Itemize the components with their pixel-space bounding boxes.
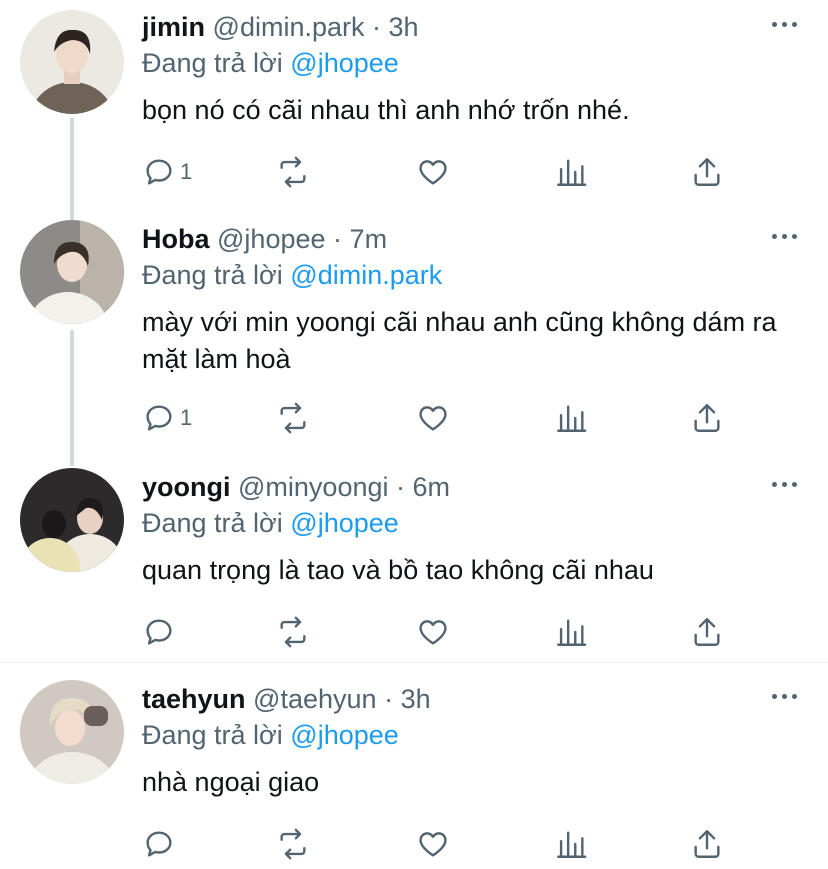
separator: · [333,224,343,254]
replying-label: Đang trả lời [142,508,283,538]
display-name[interactable]: yoongi [142,472,231,502]
heart-icon [419,832,447,857]
timestamp[interactable]: 3h [389,12,419,42]
separator: · [396,472,406,502]
analytics-icon [557,159,587,186]
action-bar: 1 [140,398,740,438]
reply-button[interactable] [142,612,180,652]
separator: · [372,12,382,42]
replying-to: Đang trả lời @jhopee [142,718,399,752]
avatar[interactable] [20,680,124,784]
timestamp[interactable]: 3h [401,684,431,714]
replying-to: Đang trả lời @jhopee [142,506,399,540]
display-name[interactable]: Hoba [142,224,210,254]
reply-icon [146,619,172,645]
replying-to: Đang trả lời @dimin.park [142,258,442,292]
more-options-icon[interactable] [770,224,800,248]
retweet-button[interactable] [276,152,310,192]
tweet-header: yoongi @minyoongi · 6m [142,470,450,504]
display-name[interactable]: jimin [142,12,205,42]
analytics-button[interactable] [554,612,588,652]
mention-link[interactable]: @dimin.park [290,260,442,290]
tweet-text: quan trọng là tao và bồ tao không cãi nh… [142,555,654,585]
share-icon [694,404,720,432]
tweet-text: bọn nó có cãi nhau thì anh nhớ trốn nhé. [142,95,630,125]
reply-tweet[interactable]: yoongi @minyoongi · 6m Đang trả lời @jho… [0,462,828,662]
mention-link[interactable]: @jhopee [290,508,399,538]
retweet-button[interactable] [276,398,310,438]
analytics-button[interactable] [554,152,588,192]
tweet-text: mày với min yoongi cãi nhau anh cũng khô… [142,307,777,374]
analytics-icon [557,405,587,432]
tweet-header: jimin @dimin.park · 3h [142,10,419,44]
user-handle[interactable]: @taehyun [253,684,377,714]
avatar[interactable] [20,220,124,324]
share-icon [694,618,720,646]
retweet-button[interactable] [276,824,310,864]
heart-icon [419,160,447,185]
share-icon [694,830,720,858]
user-handle[interactable]: @minyoongi [238,472,388,502]
share-button[interactable] [690,152,724,192]
reply-icon [146,831,172,857]
reply-tweet[interactable]: taehyun @taehyun · 3h Đang trả lời @jhop… [0,674,828,869]
like-button[interactable] [416,824,450,864]
action-bar: 1 [140,152,740,192]
avatar[interactable] [20,468,124,572]
share-button[interactable] [690,824,724,864]
retweet-icon [280,156,306,188]
separator: · [384,684,394,714]
reply-tweet[interactable]: jimin @dimin.park · 3h Đang trả lời @jho… [0,2,828,212]
user-handle[interactable]: @dimin.park [213,12,365,42]
replying-label: Đang trả lời [142,720,283,750]
tweet-header: Hoba @jhopee · 7m [142,222,387,256]
like-button[interactable] [416,612,450,652]
analytics-button[interactable] [554,398,588,438]
retweet-icon [280,828,306,860]
share-button[interactable] [690,612,724,652]
replying-label: Đang trả lời [142,260,283,290]
more-options-icon[interactable] [770,12,800,36]
reply-button[interactable] [142,824,180,864]
reply-icon [146,159,172,185]
analytics-icon [557,619,587,646]
timestamp[interactable]: 6m [413,472,451,502]
action-bar [140,612,740,652]
mention-link[interactable]: @jhopee [290,720,399,750]
retweet-button[interactable] [276,612,310,652]
action-bar [140,824,740,864]
display-name[interactable]: taehyun [142,684,246,714]
more-options-icon[interactable] [770,684,800,708]
reply-count: 1 [180,405,193,430]
retweet-icon [280,616,306,648]
avatar[interactable] [20,10,124,114]
replying-label: Đang trả lời [142,48,283,78]
retweet-icon [280,402,306,434]
replying-to: Đang trả lời @jhopee [142,46,399,80]
reply-button[interactable]: 1 [142,398,192,438]
reply-tweet[interactable]: Hoba @jhopee · 7m Đang trả lời @dimin.pa… [0,214,828,464]
analytics-button[interactable] [554,824,588,864]
share-button[interactable] [690,398,724,438]
heart-icon [419,620,447,645]
analytics-icon [557,831,587,858]
tweet-header: taehyun @taehyun · 3h [142,682,431,716]
user-handle[interactable]: @jhopee [217,224,326,254]
timestamp[interactable]: 7m [350,224,388,254]
tweet-text: nhà ngoại giao [142,767,320,797]
like-button[interactable] [416,152,450,192]
mention-link[interactable]: @jhopee [290,48,399,78]
reply-button[interactable]: 1 [142,152,192,192]
share-icon [694,158,720,186]
like-button[interactable] [416,398,450,438]
reply-count: 1 [180,159,193,184]
reply-icon [146,405,172,431]
more-options-icon[interactable] [770,472,800,496]
divider [0,662,828,663]
heart-icon [419,406,447,431]
